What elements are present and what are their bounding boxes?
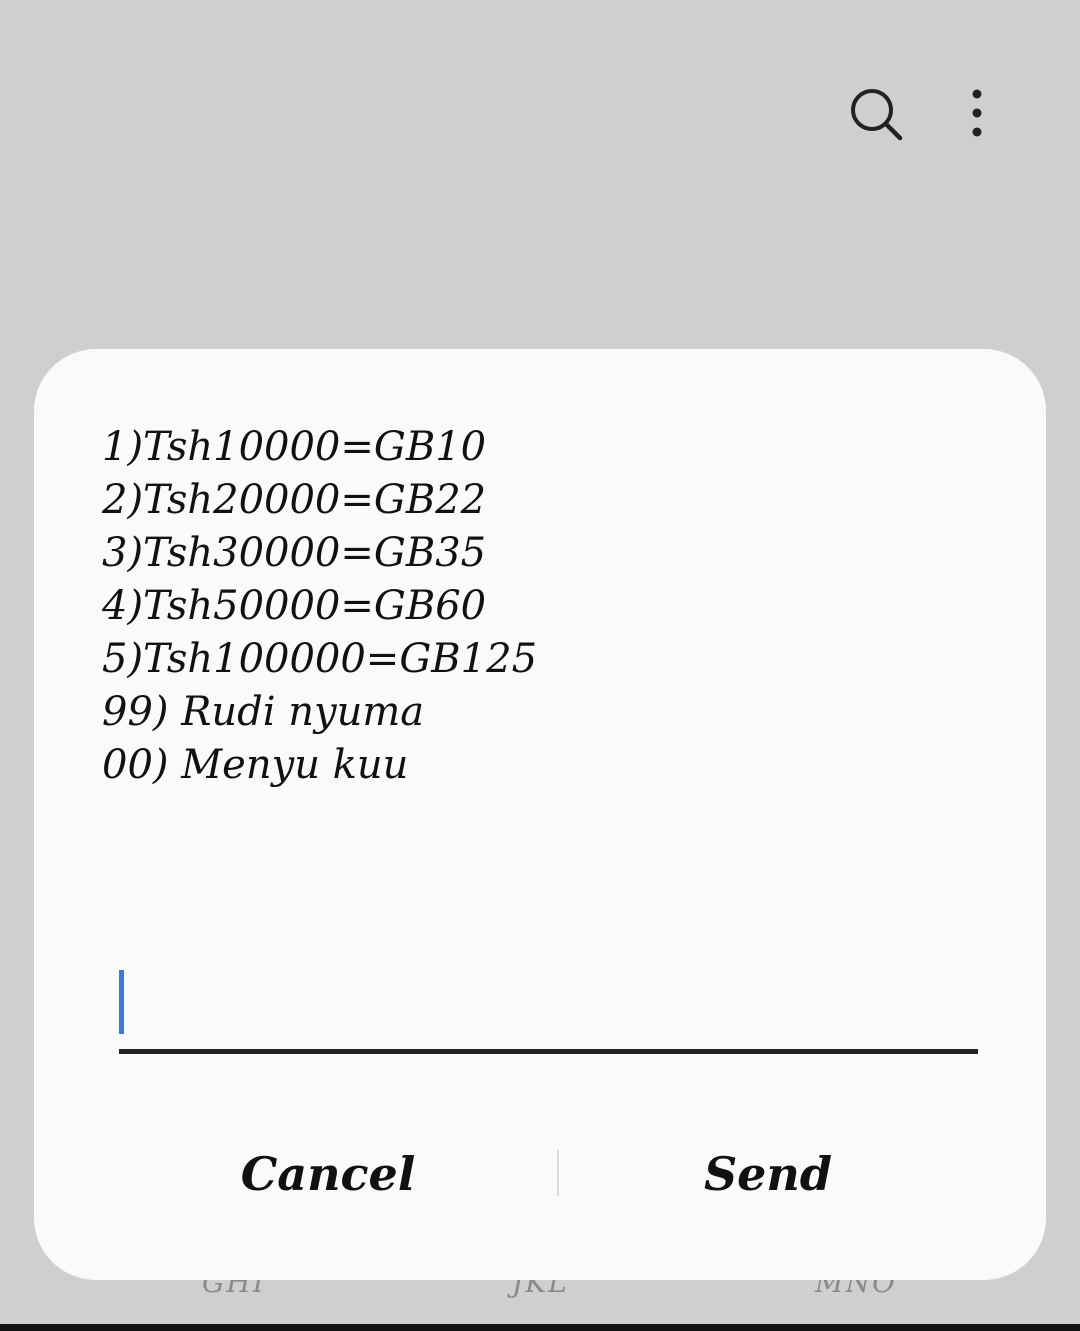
text-cursor: [119, 970, 124, 1034]
more-vertical-icon[interactable]: [947, 84, 1007, 144]
message-line: 00) Menyu kuu: [102, 742, 409, 788]
ussd-message: 1)Tsh10000=GB10 2)Tsh20000=GB22 3)Tsh300…: [102, 421, 982, 792]
bottom-edge-bar: [0, 1324, 1080, 1331]
send-button[interactable]: Send: [548, 1124, 988, 1224]
message-line: 99) Rudi nyuma: [102, 689, 425, 735]
input-underline: [119, 1049, 978, 1054]
cancel-button[interactable]: Cancel: [108, 1124, 548, 1224]
message-line: 3)Tsh30000=GB35: [102, 530, 487, 576]
message-line: 1)Tsh10000=GB10: [102, 424, 487, 470]
ussd-dialog: 1)Tsh10000=GB10 2)Tsh20000=GB22 3)Tsh300…: [34, 349, 1046, 1280]
dialog-actions: Cancel Send: [34, 1124, 1046, 1224]
message-line: 4)Tsh50000=GB60: [102, 583, 487, 629]
message-line: 2)Tsh20000=GB22: [102, 477, 487, 523]
reply-input[interactable]: [119, 959, 979, 1049]
reply-input-area: [119, 959, 979, 1055]
search-icon[interactable]: [846, 84, 906, 144]
message-line: 5)Tsh100000=GB125: [102, 636, 538, 682]
